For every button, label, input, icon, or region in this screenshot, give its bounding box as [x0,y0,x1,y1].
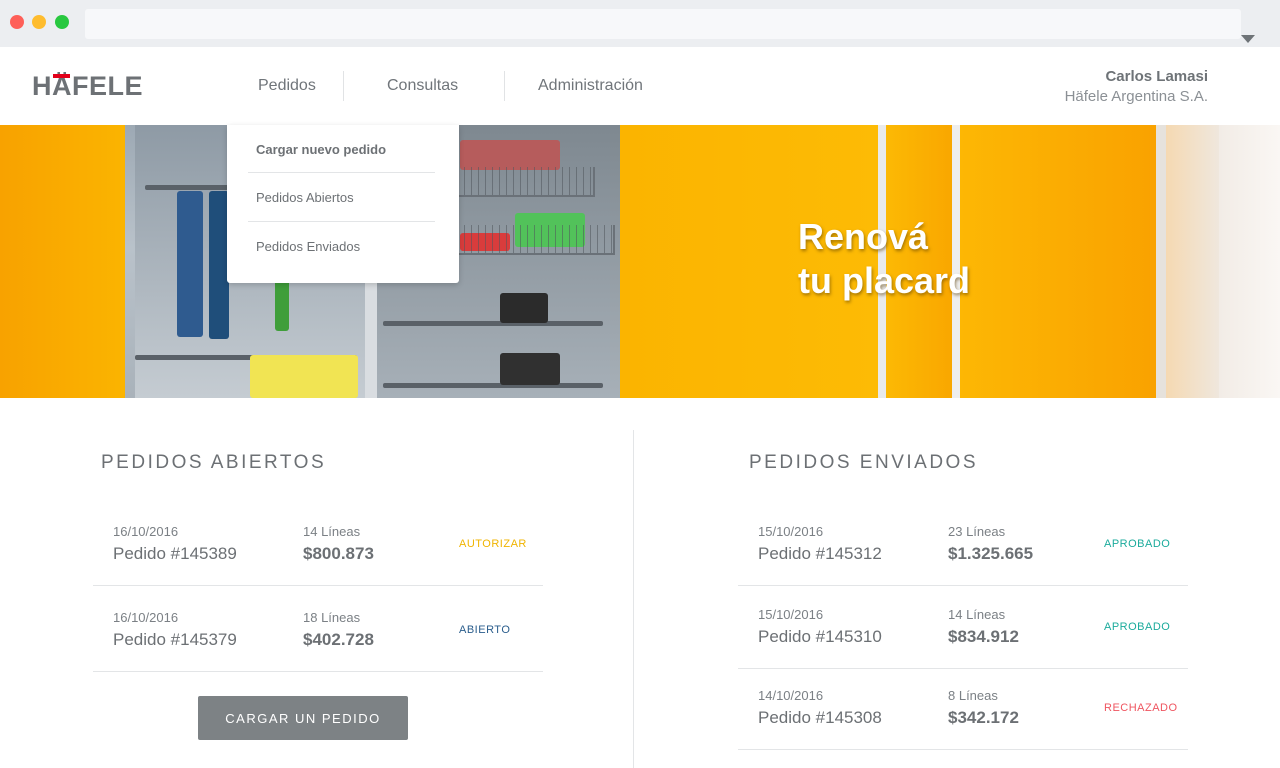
caret-down-icon[interactable] [1241,35,1255,43]
sent-order-row[interactable]: 15/10/2016 Pedido #145310 14 Líneas $834… [738,586,1188,669]
maximize-window-icon[interactable] [55,15,69,29]
order-status-aprobado: APROBADO [1104,538,1171,550]
hero-headline: Renová tu placard [798,215,970,303]
nav-separator [343,71,344,101]
order-date: 16/10/2016 [113,524,179,539]
order-amount: $800.873 [303,544,374,563]
hero-line-2: tu placard [798,260,971,301]
open-order-row[interactable]: 16/10/2016 Pedido #145389 14 Líneas $800… [93,500,543,586]
sent-order-row[interactable]: 14/10/2016 Pedido #145308 8 Líneas $342.… [738,669,1188,750]
order-amount: $1.325.665 [948,544,1034,563]
order-date: 14/10/2016 [758,688,824,703]
order-date: 15/10/2016 [758,524,824,539]
close-window-icon[interactable] [10,15,24,29]
menu-item-pedidos-abiertos[interactable]: Pedidos Abiertos [248,172,435,221]
user-info[interactable]: Carlos Lamasi Häfele Argentina S.A. [1065,67,1208,107]
hafele-logo[interactable]: HÄFELE [32,71,143,101]
hero-banner: Renová tu placard [0,125,1280,398]
order-lines: 8 Líneas [948,688,998,703]
open-orders-title: PEDIDOS ABIERTOS [101,452,327,473]
menu-item-pedidos-enviados[interactable]: Pedidos Enviados [248,221,435,270]
logo-text: HÄFELE [32,70,143,101]
nav-consultas[interactable]: Consultas [387,47,458,125]
user-name: Carlos Lamasi [1105,68,1208,85]
nav-pedidos[interactable]: Pedidos [258,47,316,125]
order-status-aprobado: APROBADO [1104,621,1171,633]
order-lines: 18 Líneas [303,610,361,625]
order-lines: 14 Líneas [948,607,1006,622]
order-amount: $402.728 [303,630,374,649]
order-amount: $342.172 [948,708,1019,727]
nav-administracion[interactable]: Administración [538,47,643,125]
minimize-window-icon[interactable] [32,15,46,29]
order-date: 16/10/2016 [113,610,179,625]
nav-separator [504,71,505,101]
order-number: Pedido #145312 [758,544,882,563]
pedidos-dropdown-menu: Cargar nuevo pedido Pedidos Abiertos Ped… [227,125,459,283]
order-status-abierto: ABIERTO [459,624,511,636]
order-status-rechazado: RECHAZADO [1104,702,1178,714]
hero-line-1: Renová [798,216,929,257]
column-divider [633,430,634,768]
address-bar[interactable] [85,9,1241,39]
order-date: 15/10/2016 [758,607,824,622]
order-number: Pedido #145389 [113,544,237,563]
sent-order-row[interactable]: 15/10/2016 Pedido #145312 23 Líneas $1.3… [738,500,1188,586]
order-amount: $834.912 [948,627,1019,646]
browser-chrome [0,0,1280,47]
order-number: Pedido #145379 [113,630,237,649]
order-status-autorizar[interactable]: AUTORIZAR [459,538,527,550]
user-company: Häfele Argentina S.A. [1064,88,1208,105]
logo-red-accent [53,74,70,78]
hero-door-left [0,125,125,398]
cargar-pedido-button[interactable]: CARGAR UN PEDIDO [198,696,408,740]
site-header: HÄFELE Pedidos Consultas Administración … [0,47,1280,125]
open-order-row[interactable]: 16/10/2016 Pedido #145379 18 Líneas $402… [93,586,543,672]
menu-item-cargar-nuevo-pedido[interactable]: Cargar nuevo pedido [248,125,435,174]
order-lines: 23 Líneas [948,524,1006,539]
order-lines: 14 Líneas [303,524,361,539]
order-number: Pedido #145310 [758,627,882,646]
sent-orders-title: PEDIDOS ENVIADOS [749,452,978,473]
order-number: Pedido #145308 [758,708,882,727]
